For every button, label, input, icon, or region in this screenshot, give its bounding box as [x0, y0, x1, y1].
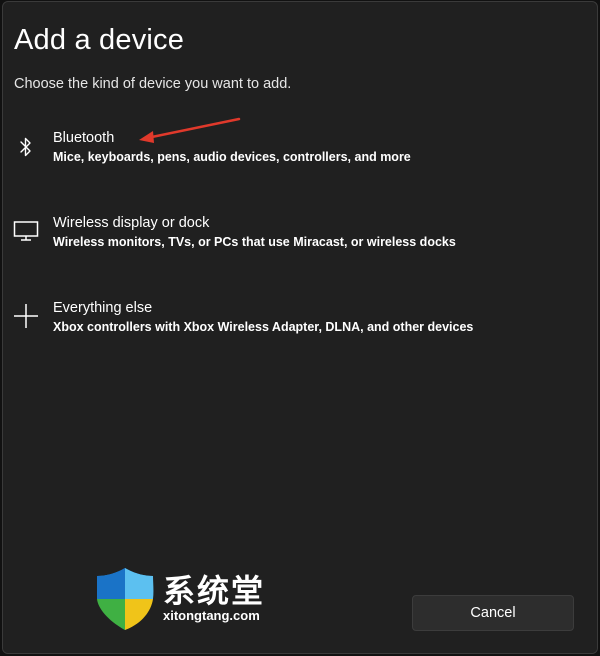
option-wireless-display[interactable]: Wireless display or dock Wireless monito…	[3, 215, 597, 275]
option-everything-else[interactable]: Everything else Xbox controllers with Xb…	[3, 300, 597, 360]
shield-logo-icon	[97, 568, 154, 630]
dialog-title: Add a device	[14, 24, 185, 56]
option-bluetooth[interactable]: Bluetooth Mice, keyboards, pens, audio d…	[3, 130, 597, 190]
option-wireless-display-title: Wireless display or dock	[53, 215, 210, 231]
option-bluetooth-title: Bluetooth	[53, 130, 115, 146]
cancel-button[interactable]: Cancel	[412, 595, 574, 631]
plus-icon	[13, 303, 39, 329]
option-everything-else-title: Everything else	[53, 300, 153, 316]
dialog-subtitle: Choose the kind of device you want to ad…	[14, 76, 292, 92]
option-wireless-display-description: Wireless monitors, TVs, or PCs that use …	[53, 235, 456, 249]
monitor-icon	[13, 218, 39, 244]
watermark-name: 系统堂	[163, 572, 266, 610]
bluetooth-icon	[13, 134, 39, 160]
option-bluetooth-description: Mice, keyboards, pens, audio devices, co…	[53, 150, 411, 164]
option-everything-else-description: Xbox controllers with Xbox Wireless Adap…	[53, 320, 474, 334]
watermark: 系统堂 xitongtang.com	[93, 564, 313, 634]
annotation-arrow	[139, 117, 241, 143]
watermark-url: xitongtang.com	[163, 608, 260, 623]
add-device-dialog: Add a device Choose the kind of device y…	[2, 1, 598, 654]
